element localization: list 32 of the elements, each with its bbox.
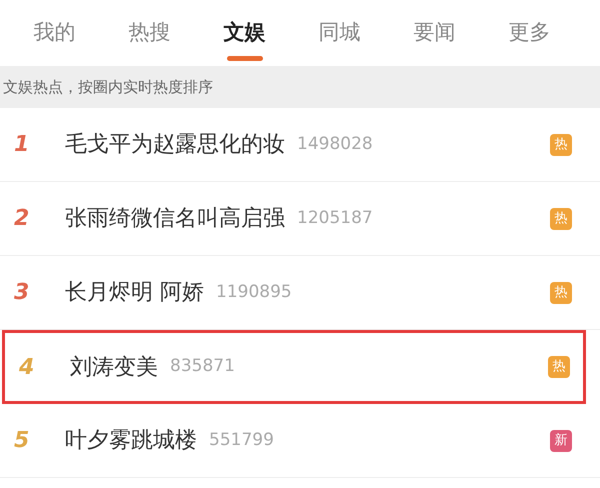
tab[interactable]: 同城	[292, 0, 387, 66]
badge: 热	[548, 356, 570, 378]
heat-count: 1205187	[297, 206, 373, 230]
rank-number: 5	[14, 427, 30, 455]
topic-title: 张雨绮微信名叫高启强	[65, 205, 285, 233]
heat-count: 835871	[170, 355, 235, 378]
heat-count: 551799	[209, 428, 274, 452]
tab[interactable]: 我的	[7, 0, 102, 66]
rank-number: 3	[14, 279, 30, 307]
list-row[interactable]: 2 张雨绮微信名叫高启强 1205187 热	[0, 182, 600, 256]
notice-text: 文娱热点，按圈内实时热度排序	[3, 76, 213, 98]
list-row[interactable]: 1 毛戈平为赵露思化的妆 1498028 热	[0, 108, 600, 182]
list-row[interactable]: 4 刘涛变美 835871 热	[2, 330, 586, 404]
heat-count: 1498028	[297, 132, 373, 156]
topic-title: 毛戈平为赵露思化的妆	[65, 131, 285, 159]
badge: 热	[550, 134, 572, 156]
rank-number: 1	[14, 131, 30, 159]
tab[interactable]: 更多	[482, 0, 577, 66]
topic-title: 刘涛变美	[70, 354, 158, 382]
badge: 热	[550, 208, 572, 230]
rank-number: 4	[19, 354, 36, 382]
tab[interactable]: 文娱	[197, 0, 292, 66]
tab[interactable]: 要闻	[387, 0, 482, 66]
rank-number: 2	[14, 205, 30, 233]
topic-title: 长月烬明 阿娇	[65, 279, 204, 307]
badge: 新	[550, 430, 572, 452]
heat-count: 1190895	[216, 280, 292, 304]
list-row[interactable]: 3 长月烬明 阿娇 1190895 热	[0, 256, 600, 330]
topic-title: 叶夕雾跳城楼	[65, 427, 197, 455]
badge: 热	[550, 282, 572, 304]
tab[interactable]: 热搜	[102, 0, 197, 66]
list-row[interactable]: 5 叶夕雾跳城楼 551799 新	[0, 404, 600, 478]
